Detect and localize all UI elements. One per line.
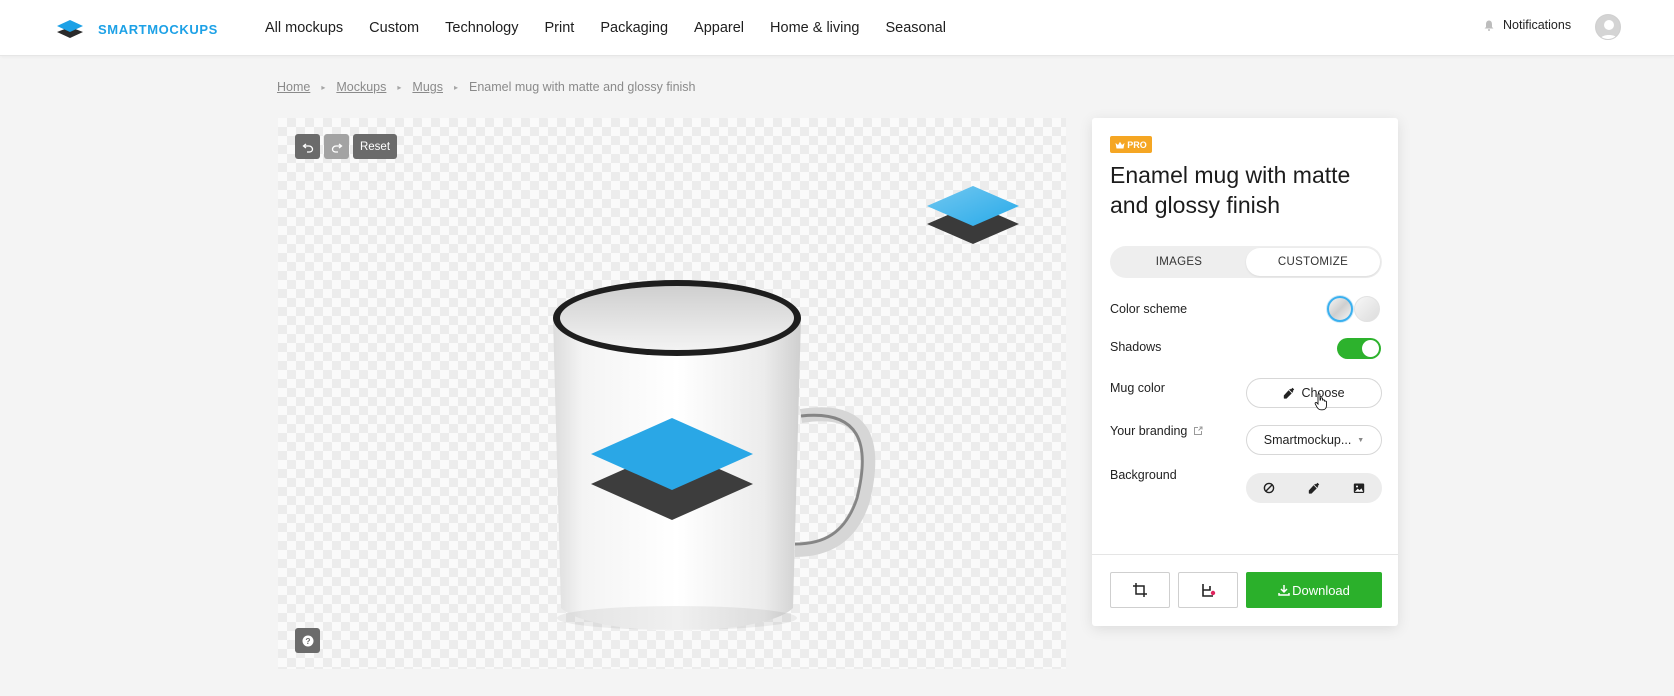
none-icon [1263, 482, 1274, 494]
breadcrumb-current: Enamel mug with matte and glossy finish [469, 80, 696, 94]
crop-button[interactable] [1110, 572, 1170, 608]
download-icon [1278, 585, 1290, 596]
crown-icon [1115, 141, 1125, 148]
top-navbar: SMARTMOCKUPS All mockups Custom Technolo… [0, 0, 1674, 56]
svg-text:?: ? [305, 636, 310, 646]
background-none-option[interactable] [1246, 473, 1291, 503]
color-scheme-option-glossy[interactable] [1327, 296, 1353, 322]
main-nav: All mockups Custom Technology Print Pack… [265, 0, 972, 56]
background-color-option[interactable] [1291, 473, 1336, 503]
branding-label: Your branding [1110, 424, 1188, 438]
panel-divider [1092, 554, 1398, 555]
bell-icon [1484, 20, 1494, 31]
color-scheme-option-matte[interactable] [1354, 296, 1380, 322]
user-avatar-icon[interactable] [1595, 14, 1621, 40]
chevron-right-icon: ▸ [321, 82, 326, 92]
toggle-knob [1362, 340, 1379, 357]
question-icon: ? [302, 635, 313, 646]
nav-home-living[interactable]: Home & living [770, 20, 859, 36]
nav-custom[interactable]: Custom [369, 20, 419, 36]
nav-print[interactable]: Print [545, 20, 575, 36]
brand-logo[interactable]: SMARTMOCKUPS [56, 18, 218, 40]
chevron-right-icon: ▸ [453, 82, 458, 92]
breadcrumb-mugs[interactable]: Mugs [412, 80, 443, 94]
hand-cursor-icon [1314, 393, 1327, 411]
notifications-link[interactable]: Notifications [1484, 18, 1571, 32]
customize-panel: PRO Enamel mug with matte and glossy fin… [1092, 118, 1398, 626]
mockup-canvas[interactable]: Reset ? [278, 118, 1066, 669]
breadcrumb-home[interactable]: Home [277, 80, 310, 94]
collection-add-icon [1202, 584, 1216, 597]
mug-image [553, 280, 876, 631]
pro-badge: PRO [1110, 136, 1152, 153]
breadcrumb: Home ▸ Mockups ▸ Mugs ▸ Enamel mug with … [277, 80, 696, 94]
chevron-down-icon: ▼ [1357, 436, 1365, 444]
redo-button[interactable] [324, 134, 349, 159]
color-scheme-label: Color scheme [1110, 302, 1188, 316]
help-button[interactable]: ? [295, 628, 320, 653]
branding-logo-overlay[interactable] [923, 180, 1023, 250]
brand-name: SMARTMOCKUPS [98, 21, 218, 37]
external-link-icon[interactable] [1193, 426, 1203, 436]
mug-color-label: Mug color [1110, 381, 1165, 395]
download-button[interactable]: Download [1246, 572, 1382, 608]
background-options [1246, 473, 1382, 503]
shadows-label: Shadows [1110, 340, 1162, 354]
reset-button[interactable]: Reset [353, 134, 397, 159]
color-picker-icon [1284, 387, 1295, 399]
crop-icon [1133, 583, 1147, 597]
breadcrumb-mockups[interactable]: Mockups [336, 80, 386, 94]
save-to-collection-button[interactable] [1178, 572, 1238, 608]
color-picker-icon [1308, 482, 1320, 494]
undo-icon [301, 142, 313, 153]
branding-label-group: Your branding [1110, 424, 1203, 438]
tab-images[interactable]: IMAGES [1112, 248, 1246, 276]
branding-select[interactable]: Smartmockup... ▼ [1246, 425, 1382, 455]
nav-packaging[interactable]: Packaging [600, 20, 668, 36]
panel-tabs: IMAGES CUSTOMIZE [1110, 246, 1382, 278]
nav-apparel[interactable]: Apparel [694, 20, 744, 36]
undo-button[interactable] [295, 134, 320, 159]
tab-customize[interactable]: CUSTOMIZE [1246, 248, 1380, 276]
layers-logo-icon [57, 20, 83, 38]
notifications-label: Notifications [1503, 18, 1572, 32]
background-label: Background [1110, 468, 1177, 482]
chevron-right-icon: ▸ [397, 82, 402, 92]
redo-icon [331, 142, 343, 153]
mockup-title: Enamel mug with matte and glossy finish [1110, 162, 1351, 218]
nav-all-mockups[interactable]: All mockups [265, 20, 343, 36]
shadows-toggle[interactable] [1337, 338, 1381, 359]
nav-technology[interactable]: Technology [445, 20, 518, 36]
nav-seasonal[interactable]: Seasonal [885, 20, 945, 36]
image-icon [1354, 483, 1365, 493]
background-image-option[interactable] [1337, 473, 1382, 503]
